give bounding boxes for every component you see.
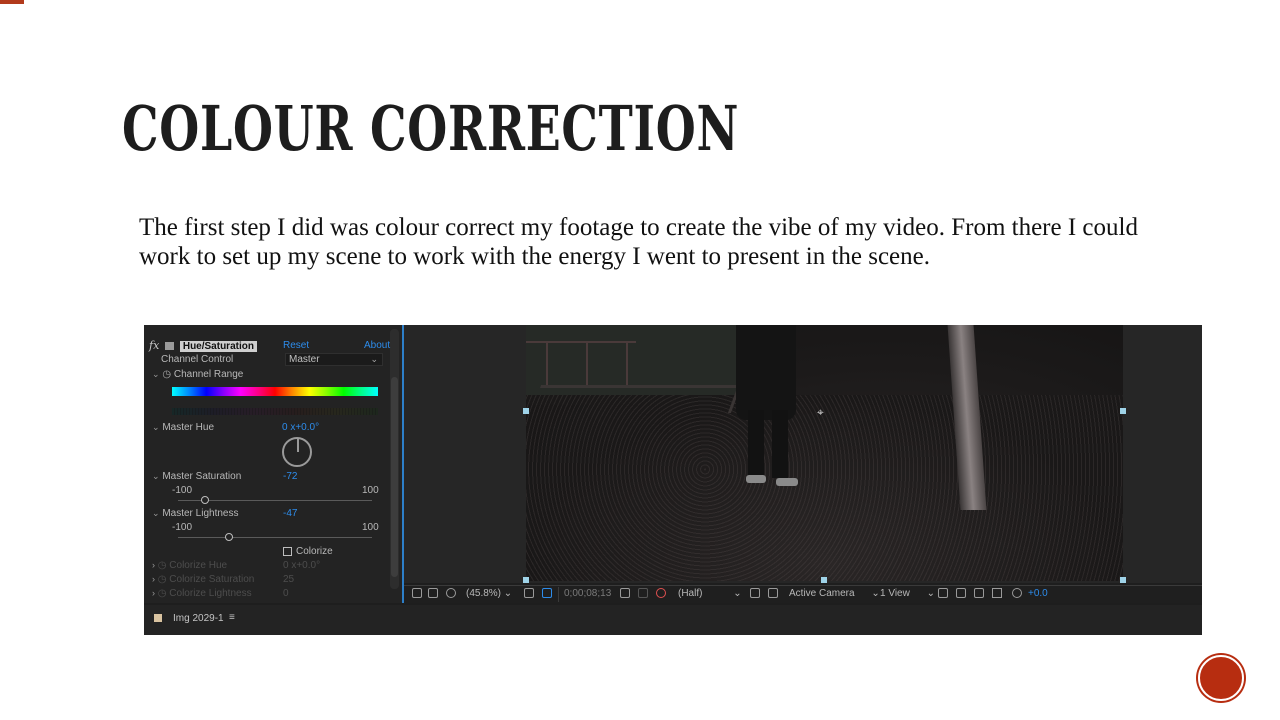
sandbox-edge bbox=[530, 385, 742, 413]
colorize-saturation-label: Colorize Saturation bbox=[169, 574, 255, 585]
channel-control-label: Channel Control bbox=[161, 354, 234, 365]
viewer-toolbar: (45.8%) ⌄ 0;00;08;13 (Half) ⌄ Active Cam… bbox=[404, 585, 1202, 603]
chevron-down-icon: ⌄ bbox=[871, 588, 880, 599]
channel-range-output-spectrum bbox=[172, 408, 378, 415]
panel-scrollbar[interactable] bbox=[390, 329, 399, 589]
chevron-down-icon[interactable]: ⌄ bbox=[152, 471, 160, 481]
saturation-slider-thumb[interactable] bbox=[201, 496, 209, 504]
chevron-right-icon[interactable]: › bbox=[152, 560, 155, 570]
master-hue-label: Master Hue bbox=[162, 422, 215, 433]
color-channels-icon[interactable] bbox=[656, 588, 666, 598]
exposure-value[interactable]: +0.0 bbox=[1028, 588, 1048, 599]
stopwatch-icon[interactable]: ◷ bbox=[162, 369, 171, 380]
link-icon[interactable] bbox=[638, 588, 648, 598]
colorize-lightness-label: Colorize Lightness bbox=[169, 588, 252, 599]
colorize-lightness-value[interactable]: 0 bbox=[283, 588, 289, 599]
chevron-right-icon[interactable]: › bbox=[152, 588, 155, 598]
mask-icon[interactable] bbox=[446, 588, 456, 598]
region-of-interest-icon[interactable] bbox=[542, 588, 552, 598]
transform-handle[interactable] bbox=[821, 577, 827, 583]
lightness-min: -100 bbox=[172, 522, 193, 533]
timeline-icon[interactable] bbox=[974, 588, 984, 598]
effect-name[interactable]: Hue/Saturation bbox=[179, 341, 257, 352]
chevron-right-icon[interactable]: › bbox=[152, 574, 155, 584]
transform-handle[interactable] bbox=[523, 408, 529, 414]
resolution-dropdown[interactable]: (Half) ⌄ bbox=[678, 588, 742, 599]
chevron-down-icon: ⌄ bbox=[370, 354, 378, 364]
channel-control-value: Master bbox=[289, 354, 320, 365]
grid-guides-icon[interactable] bbox=[524, 588, 534, 598]
lightness-max: 100 bbox=[362, 522, 379, 533]
current-time[interactable]: 0;00;08;13 bbox=[564, 588, 611, 599]
saturation-min: -100 bbox=[172, 485, 193, 496]
reset-link[interactable]: Reset bbox=[283, 340, 309, 351]
footage-frame[interactable]: ⌖ bbox=[526, 325, 1123, 581]
zoom-dropdown[interactable]: (45.8%) ⌄ bbox=[466, 588, 512, 599]
toggle-pixel-aspect-icon[interactable] bbox=[938, 588, 948, 598]
person-figure bbox=[736, 325, 796, 420]
camera-value: Active Camera bbox=[789, 588, 855, 599]
master-hue-dial[interactable] bbox=[282, 437, 312, 467]
colorize-hue-value[interactable]: 0 x+0.0° bbox=[283, 560, 320, 571]
chevron-down-icon[interactable]: ⌄ bbox=[152, 422, 160, 432]
always-preview-icon[interactable] bbox=[412, 588, 422, 598]
slide-title: Colour Correction bbox=[122, 92, 740, 165]
composition-color-label bbox=[154, 614, 162, 622]
preset-icon bbox=[165, 342, 175, 351]
about-link[interactable]: About bbox=[364, 340, 390, 351]
chevron-down-icon: ⌄ bbox=[926, 588, 936, 599]
master-lightness-value[interactable]: -47 bbox=[283, 508, 297, 519]
channel-range-label: Channel Range bbox=[173, 369, 244, 380]
exposure-reset-icon[interactable] bbox=[1012, 588, 1022, 598]
body-text: The first step I did was colour correct … bbox=[139, 214, 1138, 270]
after-effects-screenshot: fx Hue/Saturation Reset About Channel Co… bbox=[144, 325, 1202, 635]
master-lightness-label: Master Lightness bbox=[162, 508, 239, 519]
flowchart-icon[interactable] bbox=[992, 588, 1002, 598]
chevron-down-icon: ⌄ bbox=[733, 588, 742, 599]
lightness-slider-track[interactable] bbox=[178, 537, 372, 538]
composition-tab-bar bbox=[144, 605, 1202, 635]
fx-icon[interactable]: fx bbox=[149, 339, 159, 352]
effect-controls-panel: fx Hue/Saturation Reset About Channel Co… bbox=[144, 325, 404, 603]
colorize-hue-label: Colorize Hue bbox=[169, 560, 228, 571]
3d-view-icon[interactable] bbox=[956, 588, 966, 598]
colorize-checkbox[interactable] bbox=[283, 547, 292, 556]
chevron-down-icon: ⌄ bbox=[503, 588, 513, 599]
stopwatch-icon[interactable]: ◷ bbox=[158, 588, 167, 599]
accent-bar bbox=[0, 0, 24, 4]
colorize-saturation-value[interactable]: 25 bbox=[283, 574, 294, 585]
chevron-down-icon[interactable]: ⌄ bbox=[152, 369, 160, 379]
master-hue-value[interactable]: 0 x+0.0° bbox=[282, 422, 319, 433]
zoom-value: (45.8%) bbox=[466, 588, 502, 599]
slide-nav-button[interactable] bbox=[1198, 655, 1244, 701]
camera-dropdown[interactable]: Active Camera ⌄ bbox=[789, 588, 880, 599]
channel-range-spectrum[interactable] bbox=[172, 387, 378, 396]
composition-viewer[interactable]: ⌖ bbox=[404, 325, 1202, 583]
view-layout-dropdown[interactable]: 1 View ⌄ bbox=[880, 588, 935, 599]
monitor-icon[interactable] bbox=[428, 588, 438, 598]
fast-preview-icon[interactable] bbox=[750, 588, 760, 598]
view-layout-value: 1 View bbox=[880, 588, 910, 599]
resolution-value: (Half) bbox=[678, 588, 703, 599]
transform-handle[interactable] bbox=[1120, 408, 1126, 414]
chevron-down-icon[interactable]: ⌄ bbox=[152, 508, 160, 518]
camera-icon[interactable] bbox=[620, 588, 630, 598]
colorize-label: Colorize bbox=[296, 546, 333, 557]
composition-tab[interactable]: Img 2029-1 bbox=[173, 613, 224, 624]
master-saturation-label: Master Saturation bbox=[162, 471, 242, 482]
channel-control-dropdown[interactable]: Master ⌄ bbox=[285, 353, 383, 366]
stopwatch-icon[interactable]: ◷ bbox=[158, 574, 167, 585]
anchor-point-icon[interactable]: ⌖ bbox=[817, 405, 824, 420]
master-saturation-value[interactable]: -72 bbox=[283, 471, 297, 482]
stopwatch-icon[interactable]: ◷ bbox=[158, 560, 167, 571]
transform-handle[interactable] bbox=[523, 577, 529, 583]
tab-menu-icon[interactable]: ≡ bbox=[229, 612, 235, 623]
lightness-slider-thumb[interactable] bbox=[225, 533, 233, 541]
saturation-max: 100 bbox=[362, 485, 379, 496]
transparency-grid-icon[interactable] bbox=[768, 588, 778, 598]
playground-rail bbox=[526, 341, 636, 381]
transform-handle[interactable] bbox=[1120, 577, 1126, 583]
